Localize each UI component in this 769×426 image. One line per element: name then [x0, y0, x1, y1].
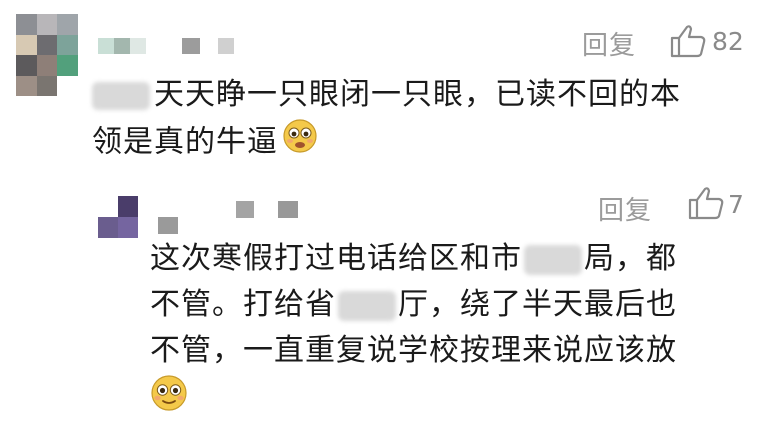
comment-text-line3: 不管，一直重复说学校按理来说应该放 [150, 333, 677, 368]
reply-button[interactable]: 回复 [598, 190, 652, 227]
avatar[interactable] [16, 14, 78, 96]
username[interactable] [158, 200, 298, 234]
comment-text-line2: 领是真的牛逼 [92, 124, 278, 160]
username-block [278, 201, 298, 218]
like-count: 7 [728, 190, 744, 219]
comment-text: 这次寒假打过电话给区和市 局，都 不管。打给省 厅，绕了半天最后也 不管，一直重复说… [150, 236, 677, 426]
reply-button[interactable]: 回复 [582, 25, 636, 62]
comment-text-line1: 天天睁一只眼闭一只眼，已读不回的本 [154, 77, 681, 112]
redacted-text [92, 81, 150, 110]
comment-text-line1-end: 局，都 [584, 241, 677, 276]
redacted-text [338, 290, 396, 321]
thumbs-up-icon[interactable] [670, 24, 706, 58]
woozy-face-icon [282, 118, 318, 168]
flushed-face-icon [150, 374, 188, 426]
like-count: 82 [712, 27, 744, 56]
username[interactable] [98, 38, 248, 54]
thumbs-up-icon[interactable] [688, 186, 724, 220]
username-block [236, 201, 254, 218]
comment-text-line2: 不管。打给省 [150, 287, 336, 322]
redacted-text [524, 244, 582, 275]
comment-text-line1: 这次寒假打过电话给区和市 [150, 241, 522, 276]
avatar[interactable] [98, 196, 138, 238]
comment-text-line2-end: 厅，绕了半天最后也 [398, 287, 677, 322]
comment-text: 天天睁一只眼闭一只眼，已读不回的本 领是真的牛逼 [92, 72, 681, 168]
